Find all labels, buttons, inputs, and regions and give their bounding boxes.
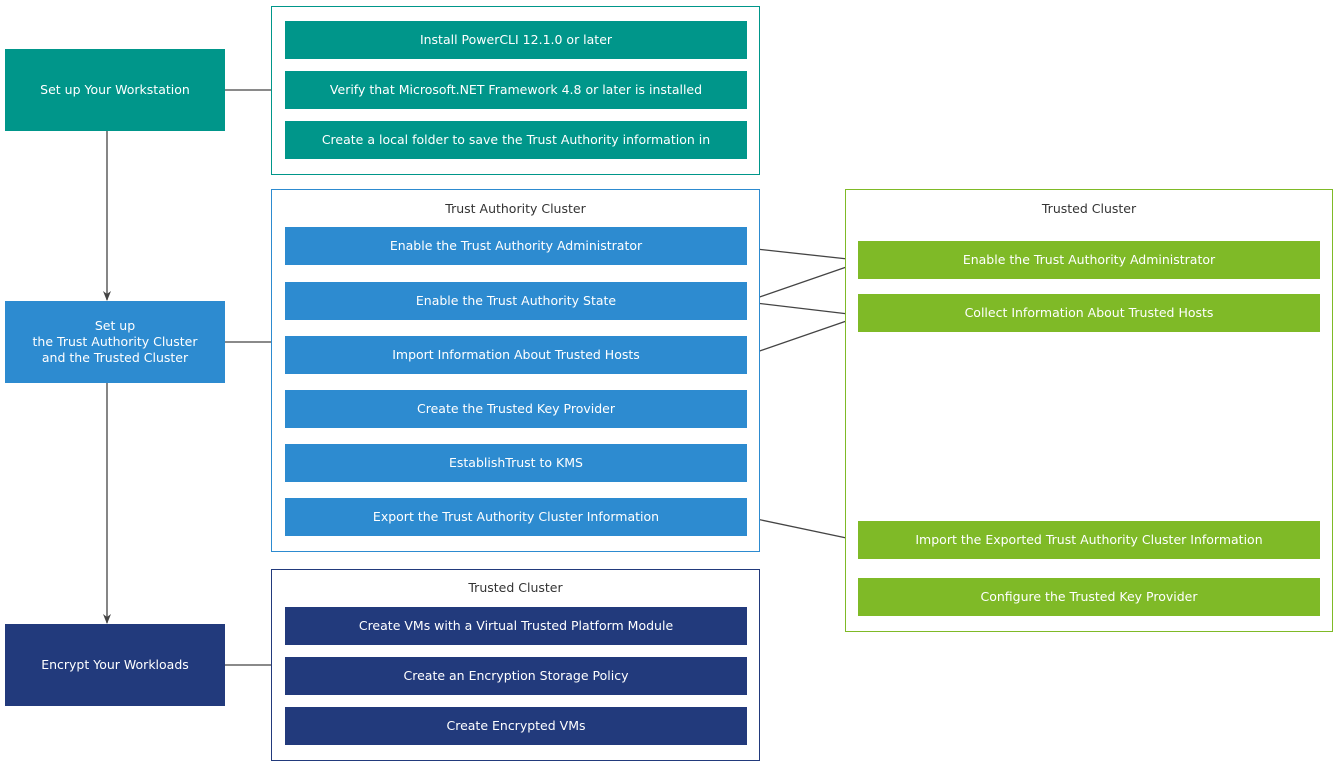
ta-step: Enable the Trust Authority State	[285, 282, 747, 320]
workstation-step: Install PowerCLI 12.1.0 or later	[285, 21, 747, 59]
arrow-ta-export-to-tc-import	[746, 516, 857, 543]
arrow-ta-admin-to-tc-admin	[746, 247, 858, 264]
tc-step: Enable the Trust Authority Administrator	[858, 241, 1320, 279]
ta-step: Enable the Trust Authority Administrator	[285, 227, 747, 265]
workload-step: Create VMs with a Virtual Trusted Platfo…	[285, 607, 747, 645]
phase-encrypt-workloads: Encrypt Your Workloads	[5, 624, 225, 706]
phase-set-up-workstation: Set up Your Workstation	[5, 49, 225, 131]
workstation-step: Verify that Microsoft.NET Framework 4.8 …	[285, 71, 747, 109]
ta-step: Import Information About Trusted Hosts	[285, 336, 747, 374]
workstation-step: Create a local folder to save the Trust …	[285, 121, 747, 159]
workload-step: Create Encrypted VMs	[285, 707, 747, 745]
arrow-ta-state-to-tc-collect	[746, 301, 858, 318]
ta-step: EstablishTrust to KMS	[285, 444, 747, 482]
ta-step: Export the Trust Authority Cluster Infor…	[285, 498, 747, 536]
ta-step: Create the Trusted Key Provider	[285, 390, 747, 428]
group-title: Trusted Cluster	[468, 580, 563, 595]
arrow-tc-collect-to-ta-import	[747, 316, 859, 356]
tc-step: Configure the Trusted Key Provider	[858, 578, 1320, 616]
arrow-tc-admin-to-ta-state	[747, 262, 859, 302]
phase-set-up-clusters: Set up the Trust Authority Cluster and t…	[5, 301, 225, 383]
tc-step: Import the Exported Trust Authority Clus…	[858, 521, 1320, 559]
workload-step: Create an Encryption Storage Policy	[285, 657, 747, 695]
group-title: Trust Authority Cluster	[445, 201, 586, 216]
group-title: Trusted Cluster	[1041, 201, 1137, 216]
tc-step: Collect Information About Trusted Hosts	[858, 294, 1320, 332]
